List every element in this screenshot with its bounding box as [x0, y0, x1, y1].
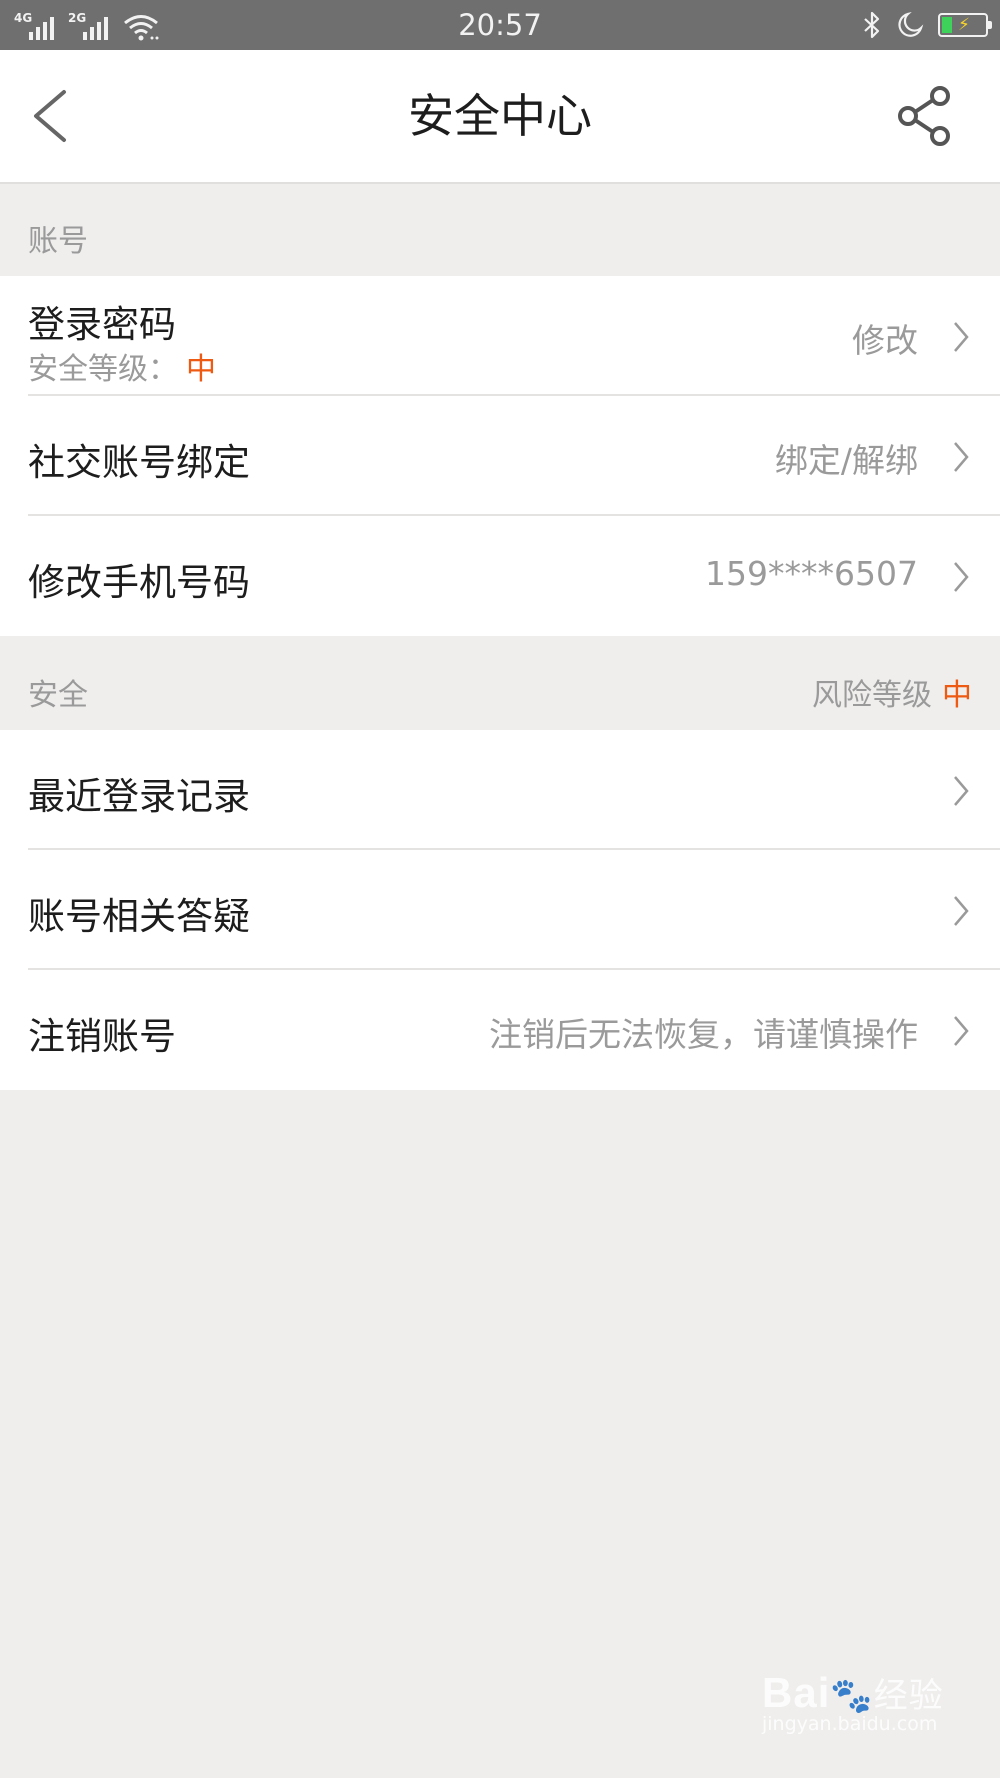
status-bar: 4G 2G 20:57 ⚡: [0, 0, 1000, 50]
watermark-brand-text: Bai: [762, 1669, 831, 1716]
battery-charging-icon: ⚡: [938, 13, 992, 37]
section-header-account: 账号: [0, 184, 1000, 276]
chevron-right-icon: [954, 442, 969, 472]
item-label: 登录密码: [28, 303, 176, 346]
section-title-security: 安全: [28, 678, 88, 713]
section-header-security: 安全 风险等级中: [0, 636, 1000, 730]
item-label: 最近登录记录: [28, 775, 250, 818]
navigation-bar: 安全中心: [0, 50, 1000, 184]
item-label: 社交账号绑定: [28, 441, 250, 484]
security-level-label: 安全等级：: [28, 352, 178, 387]
moon-icon: [898, 11, 924, 37]
share-icon[interactable]: [894, 84, 958, 148]
security-level-value: 中: [186, 352, 216, 387]
item-value: 注销后无法恢复，请谨慎操作: [489, 1015, 918, 1054]
item-label: 注销账号: [28, 1015, 176, 1058]
risk-level-label: 风险等级: [812, 678, 932, 713]
list-item-change-phone[interactable]: 修改手机号码 159****6507: [0, 516, 1000, 636]
account-group: 登录密码 安全等级：中 修改 社交账号绑定 绑定/解绑 修改手机号码 159**…: [0, 276, 1000, 636]
item-value: 修改: [852, 321, 918, 360]
watermark-suffix: 经验: [873, 1677, 944, 1715]
item-value: 绑定/解绑: [774, 441, 918, 480]
status-icons-right: ⚡: [862, 9, 992, 41]
charging-bolt-icon: ⚡: [958, 15, 970, 35]
list-item-cancel-account[interactable]: 注销账号 注销后无法恢复，请谨慎操作: [0, 970, 1000, 1090]
battery-level: [942, 17, 952, 33]
risk-level: 风险等级中: [812, 670, 972, 714]
section-title-account: 账号: [28, 224, 88, 259]
chevron-right-icon: [954, 896, 969, 926]
list-item-login-password[interactable]: 登录密码 安全等级：中 修改: [0, 276, 1000, 396]
item-label: 修改手机号码: [28, 561, 250, 604]
bluetooth-icon: [864, 11, 880, 39]
chevron-right-icon: [954, 1016, 969, 1046]
clock: 20:57: [458, 8, 542, 42]
chevron-right-icon: [954, 562, 969, 592]
risk-level-value: 中: [942, 678, 972, 713]
item-label: 账号相关答疑: [28, 895, 250, 938]
chevron-right-icon: [954, 322, 969, 352]
baidu-jingyan-watermark: Bai🐾经验 jingyan.baidu.com: [762, 1668, 962, 1735]
list-item-recent-logins[interactable]: 最近登录记录: [0, 730, 1000, 850]
list-item-account-faq[interactable]: 账号相关答疑: [0, 850, 1000, 970]
security-level: 安全等级：中: [28, 344, 216, 388]
page-title: 安全中心: [408, 89, 592, 143]
watermark-brand: Bai🐾经验: [762, 1668, 962, 1717]
chevron-right-icon: [954, 776, 969, 806]
paw-icon: 🐾: [830, 1677, 874, 1715]
item-value: 159****6507: [705, 554, 918, 593]
security-group: 最近登录记录 账号相关答疑 注销账号 注销后无法恢复，请谨慎操作: [0, 730, 1000, 1090]
watermark-url: jingyan.baidu.com: [762, 1713, 938, 1735]
list-item-social-binding[interactable]: 社交账号绑定 绑定/解绑: [0, 396, 1000, 516]
